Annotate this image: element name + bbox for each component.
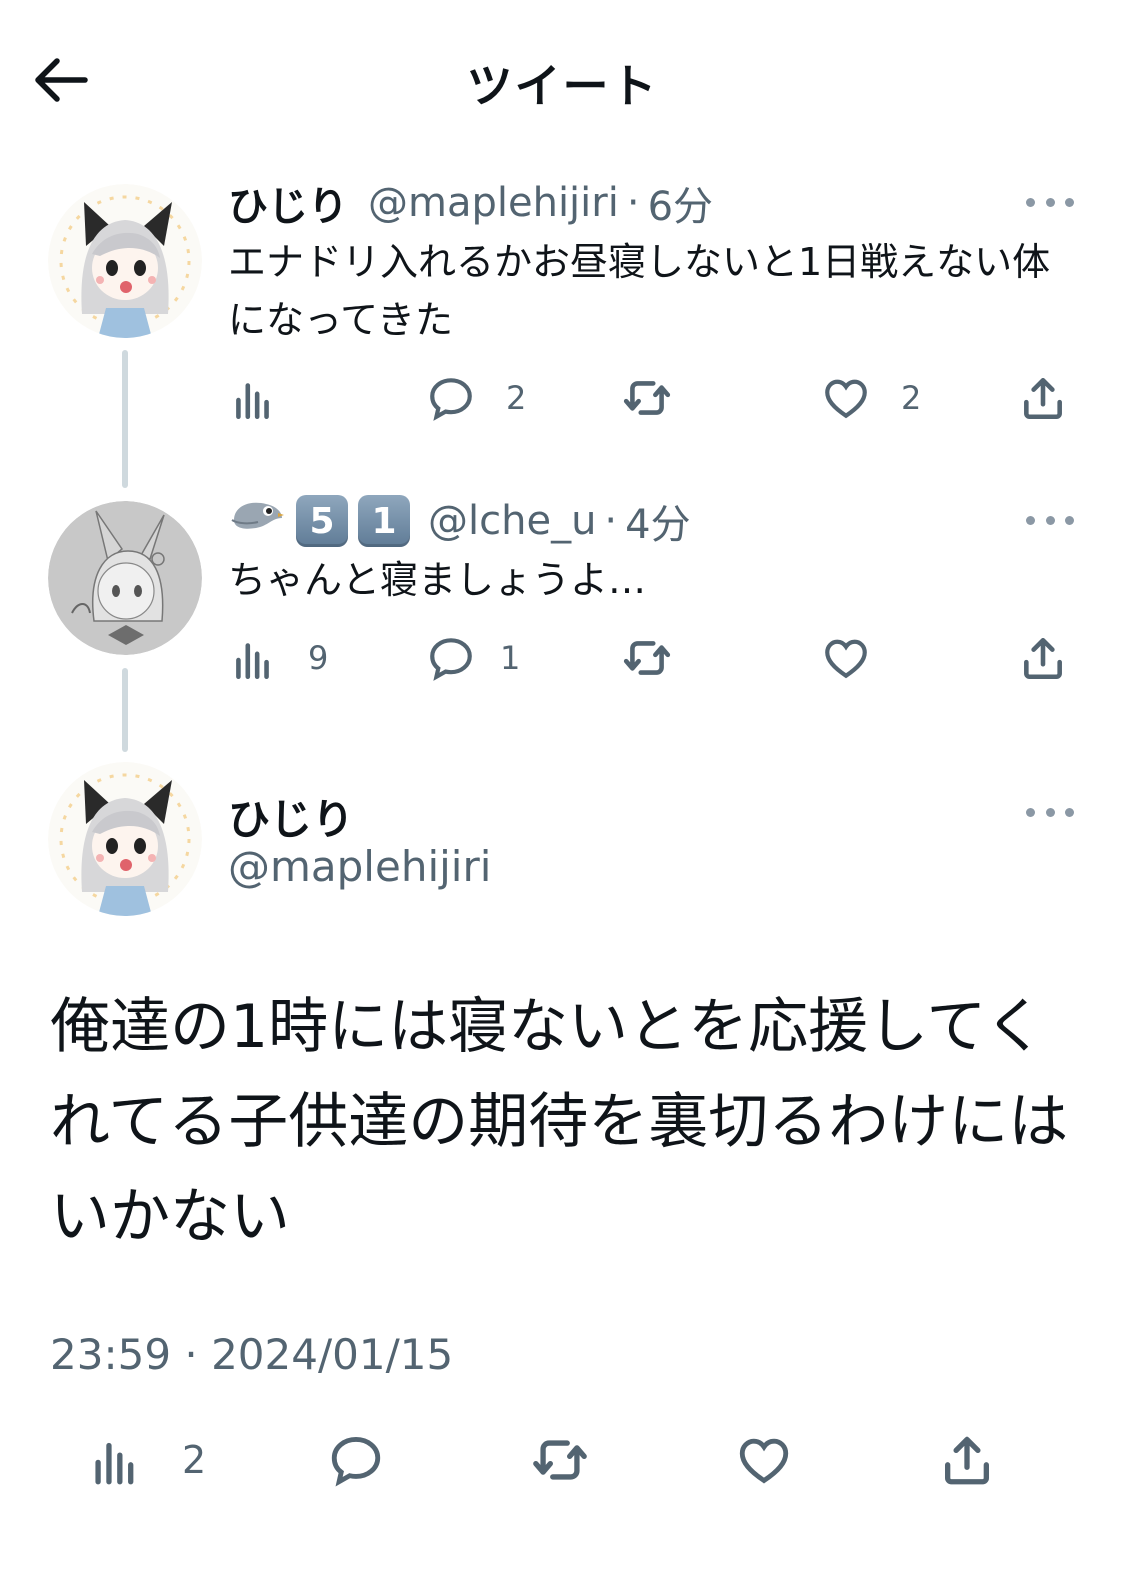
like-button[interactable]: 2 <box>821 368 921 428</box>
tweet-header: ひじり @maplehijiri · 6分 <box>228 178 713 230</box>
bird-emoji-icon <box>228 496 284 546</box>
reply-icon <box>331 1437 381 1487</box>
tweet-text: エナドリ入れるかお昼寝しないと1日戦えない体になってきた <box>228 240 1051 342</box>
views-count: 2 <box>182 1438 207 1482</box>
more-options-button[interactable] <box>1022 792 1078 832</box>
retweet-button[interactable] <box>531 1425 589 1495</box>
retweet-icon <box>623 381 671 415</box>
dot <box>1065 515 1074 525</box>
like-count: 2 <box>901 379 922 417</box>
user-handle[interactable]: @lche_u <box>428 498 596 544</box>
user-handle[interactable]: @maplehijiri <box>228 842 491 891</box>
more-options-button[interactable] <box>1022 182 1078 222</box>
tweet-text: ちゃんと寝ましょうよ… <box>228 558 647 602</box>
tweet-header: 5 1 @lche_u · 4分 <box>228 492 691 550</box>
dot <box>1026 197 1035 207</box>
user-handle[interactable]: @maplehijiri <box>368 180 619 226</box>
dot <box>1065 807 1074 817</box>
analytics-icon <box>236 383 269 420</box>
keycap-5-badge: 5 <box>296 495 348 547</box>
like-button[interactable] <box>821 628 901 688</box>
display-name[interactable]: ひじり <box>228 786 354 847</box>
display-name[interactable]: ひじり <box>228 174 348 232</box>
reply-button[interactable] <box>327 1425 385 1495</box>
reply-icon <box>430 638 472 681</box>
heart-icon <box>825 639 867 679</box>
main-tweet-text: 俺達の1時には寝ないとを応援してくれてる子供達の期待を裏切るわけにはいかない <box>50 992 1069 1252</box>
views-button[interactable] <box>228 368 308 428</box>
dot <box>1026 807 1035 817</box>
tweet-timestamp[interactable]: 23:59 · 2024/01/15 <box>50 1330 453 1379</box>
thread-connector <box>122 350 128 488</box>
retweet-button[interactable] <box>622 368 702 428</box>
main-tweet-actions: 2 <box>0 1425 1125 1495</box>
tweet-actions: 2 2 <box>228 368 1078 428</box>
avatar[interactable] <box>48 184 202 338</box>
separator: · <box>626 180 640 226</box>
tweet-actions: 9 1 <box>228 628 1078 688</box>
heart-icon <box>825 379 867 419</box>
dot <box>1045 807 1055 817</box>
page-title: ツイート <box>466 59 659 113</box>
share-icon <box>1024 638 1062 680</box>
retweet-button[interactable] <box>622 628 702 688</box>
dot <box>1045 197 1055 207</box>
like-button[interactable] <box>735 1425 793 1495</box>
analytics-icon <box>236 643 269 680</box>
views-count: 9 <box>308 639 329 677</box>
retweet-icon <box>533 1440 587 1480</box>
dot <box>1026 515 1035 525</box>
share-button[interactable] <box>938 1425 996 1495</box>
views-button[interactable]: 2 <box>86 1425 206 1495</box>
reply-button[interactable]: 2 <box>426 368 526 428</box>
share-button[interactable] <box>1018 368 1068 428</box>
heart-icon <box>739 1438 789 1484</box>
tweet-time[interactable]: 4分 <box>625 492 690 550</box>
reply-icon <box>430 378 472 421</box>
dot <box>1065 197 1074 207</box>
reply-count: 2 <box>506 379 527 417</box>
share-icon <box>1024 378 1062 420</box>
analytics-icon <box>95 1442 134 1485</box>
retweet-icon <box>623 641 671 675</box>
tweet-time[interactable]: 6分 <box>648 174 713 232</box>
views-button[interactable]: 9 <box>228 628 328 688</box>
avatar[interactable] <box>48 762 202 916</box>
separator: · <box>604 498 618 544</box>
reply-count: 1 <box>500 639 521 677</box>
reply-button[interactable]: 1 <box>426 628 520 688</box>
top-bar: ツイート <box>0 0 1125 160</box>
keycap-1-badge: 1 <box>358 495 410 547</box>
thread-connector <box>122 668 128 752</box>
more-options-button[interactable] <box>1022 500 1078 540</box>
dot <box>1045 515 1055 525</box>
avatar[interactable] <box>48 501 202 655</box>
share-button[interactable] <box>1018 628 1068 688</box>
share-icon <box>945 1436 989 1485</box>
